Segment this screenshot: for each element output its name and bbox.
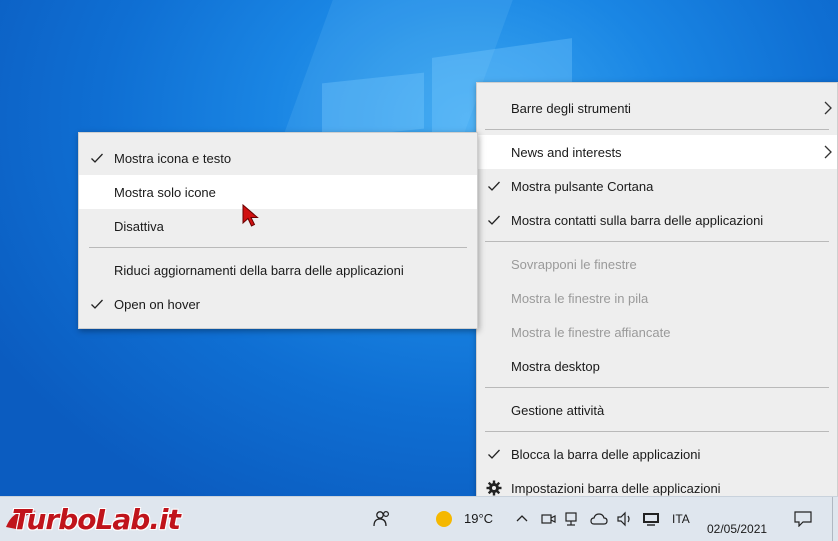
menu-item-label: Gestione attività: [511, 402, 605, 418]
notifications-icon[interactable]: [794, 511, 812, 527]
submenu-item-open-on-hover[interactable]: Open on hover: [79, 287, 477, 321]
menu-item-label: News and interests: [511, 144, 622, 160]
menu-item-label: Barre degli strumenti: [511, 100, 631, 116]
chevron-right-icon: [824, 145, 832, 159]
menu-item-label: Sovrapponi le finestre: [511, 256, 637, 272]
submenu-item-label: Open on hover: [114, 296, 201, 312]
submenu-item-show-icon-and-text[interactable]: Mostra icona e testo: [79, 141, 477, 175]
menu-item-show-desktop[interactable]: Mostra desktop: [477, 349, 837, 383]
people-icon[interactable]: [372, 509, 392, 529]
checkmark-icon: [488, 181, 500, 191]
language-indicator[interactable]: ITA: [672, 512, 690, 526]
menu-item-stack-windows[interactable]: Mostra le finestre in pila: [477, 281, 837, 315]
submenu-item-reduce-updates[interactable]: Riduci aggiornamenti della barra delle a…: [79, 253, 477, 287]
submenu-item-show-icons-only[interactable]: Mostra solo icone: [79, 175, 477, 209]
gear-icon: [486, 480, 502, 496]
menu-item-label: Mostra contatti sulla barra delle applic…: [511, 212, 764, 228]
checkmark-icon: [91, 299, 103, 309]
weather-temperature: 19°C: [464, 511, 494, 526]
mouse-cursor-icon: [242, 204, 259, 227]
menu-item-label: Mostra desktop: [511, 358, 600, 374]
menu-item-label: Blocca la barra delle applicazioni: [511, 446, 701, 462]
meet-now-icon[interactable]: [540, 511, 556, 527]
logo-text: TurboLab.it: [12, 503, 181, 536]
menu-item-side-by-side-windows[interactable]: Mostra le finestre affiancate: [477, 315, 837, 349]
menu-item-label: Mostra le finestre in pila: [511, 290, 649, 306]
taskbar-context-menu: Barre degli strumenti News and interests…: [476, 82, 838, 510]
turbolab-logo: TurboLab.it: [4, 501, 214, 539]
chevron-up-icon[interactable]: [516, 514, 528, 522]
menu-separator: [485, 387, 829, 388]
news-and-interests-submenu: Mostra icona e testo Mostra solo icone D…: [78, 132, 478, 329]
menu-separator: [485, 431, 829, 432]
menu-item-label: Mostra pulsante Cortana: [511, 178, 654, 194]
menu-item-lock-taskbar[interactable]: Blocca la barra delle applicazioni: [477, 437, 837, 471]
menu-item-task-manager[interactable]: Gestione attività: [477, 393, 837, 427]
menu-separator: [485, 241, 829, 242]
sun-icon: [436, 511, 452, 527]
menu-item-toolbars[interactable]: Barre degli strumenti: [477, 91, 837, 125]
submenu-item-label: Riduci aggiornamenti della barra delle a…: [114, 262, 404, 278]
chevron-right-icon: [824, 101, 832, 115]
onedrive-icon[interactable]: [590, 513, 608, 525]
menu-item-label: Impostazioni barra delle applicazioni: [511, 480, 721, 496]
network-icon[interactable]: [564, 511, 582, 527]
volume-icon[interactable]: [616, 511, 634, 527]
show-desktop-button[interactable]: [832, 497, 838, 541]
checkmark-icon: [488, 215, 500, 225]
menu-item-label: Mostra le finestre affiancate: [511, 324, 671, 340]
submenu-item-turn-off[interactable]: Disattiva: [79, 209, 477, 243]
weather-widget[interactable]: 19°C: [434, 507, 498, 531]
menu-separator: [89, 247, 467, 248]
menu-separator: [485, 129, 829, 130]
menu-item-cascade-windows[interactable]: Sovrapponi le finestre: [477, 247, 837, 281]
submenu-item-label: Disattiva: [114, 218, 164, 234]
submenu-item-label: Mostra icona e testo: [114, 150, 232, 166]
taskbar: TurboLab.it 19°C ITA 02/05/2021: [0, 496, 838, 541]
menu-item-news-and-interests[interactable]: News and interests: [477, 135, 837, 169]
system-date[interactable]: 02/05/2021: [707, 522, 767, 536]
checkmark-icon: [91, 153, 103, 163]
submenu-item-label: Mostra solo icone: [114, 184, 216, 200]
display-icon[interactable]: [642, 512, 660, 526]
menu-item-show-contacts[interactable]: Mostra contatti sulla barra delle applic…: [477, 203, 837, 237]
menu-item-show-cortana[interactable]: Mostra pulsante Cortana: [477, 169, 837, 203]
checkmark-icon: [488, 449, 500, 459]
